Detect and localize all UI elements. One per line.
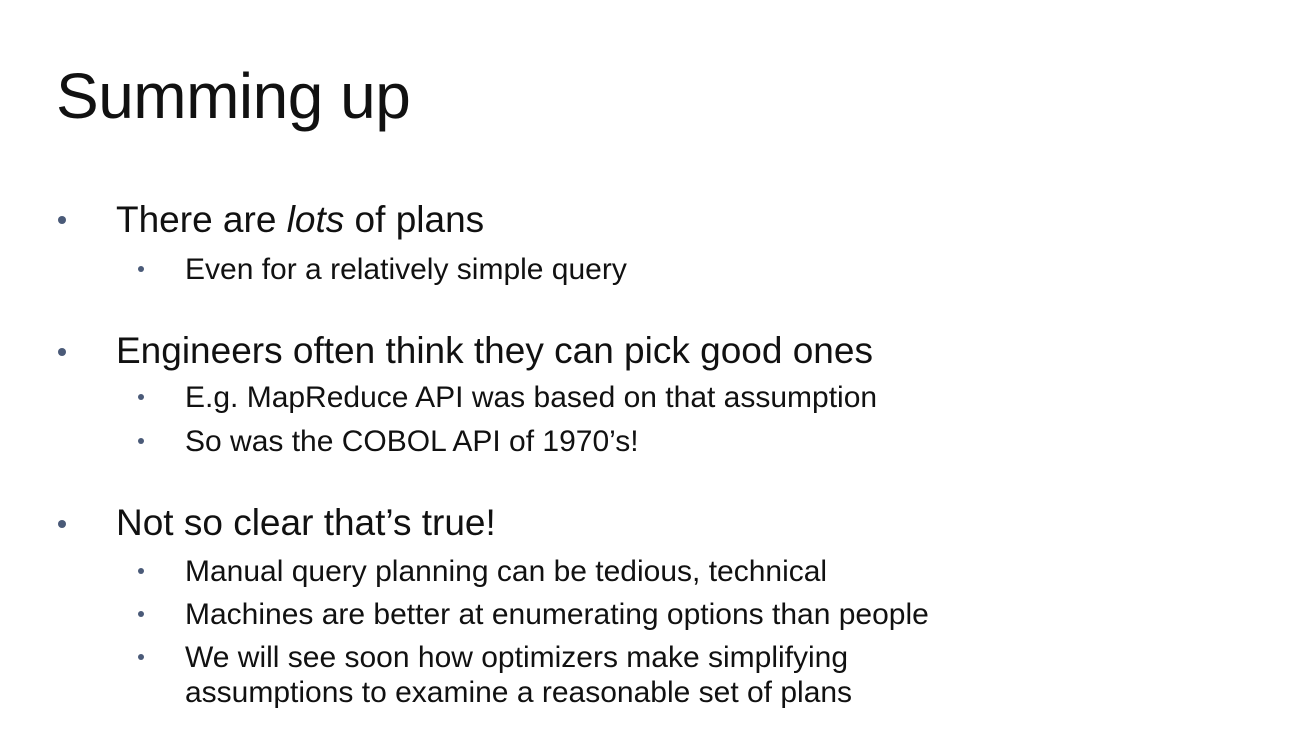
slide-title: Summing up bbox=[56, 60, 411, 132]
slide: Summing up There are lots of plans Even … bbox=[0, 0, 1290, 750]
bullet-dot-icon bbox=[58, 520, 66, 528]
sub-bullet-text: So was the COBOL API of 1970’s! bbox=[185, 425, 639, 458]
sub-bullet-dot-icon bbox=[138, 438, 144, 444]
bullet-text-pre: There are bbox=[116, 199, 287, 240]
sub-bullet-text: Machines are better at enumerating optio… bbox=[185, 598, 929, 631]
sub-bullet-dot-icon bbox=[138, 611, 144, 617]
bullet-dot-icon bbox=[58, 216, 66, 224]
sub-bullet-text: Manual query planning can be tedious, te… bbox=[185, 555, 828, 588]
sub-bullet-text: Even for a relatively simple query bbox=[185, 253, 627, 286]
bullet-text: Engineers often think they can pick good… bbox=[116, 330, 873, 371]
sub-bullet-text: E.g. MapReduce API was based on that ass… bbox=[185, 381, 878, 414]
sub-bullet-dot-icon bbox=[138, 654, 144, 660]
sub-bullet-dot-icon bbox=[138, 394, 144, 400]
bullet-text: There are lots of plans bbox=[116, 200, 484, 240]
bullet-text: Not so clear that’s true! bbox=[116, 502, 496, 543]
sub-bullet-dot-icon bbox=[138, 568, 144, 574]
bullet-dot-icon bbox=[58, 348, 66, 356]
bullet-text-emphasis: lots bbox=[286, 199, 345, 240]
sub-bullet-text: We will see soon how optimizers make sim… bbox=[185, 641, 853, 709]
sub-bullet-dot-icon bbox=[138, 266, 144, 272]
bullet-text-post: of plans bbox=[344, 199, 485, 240]
